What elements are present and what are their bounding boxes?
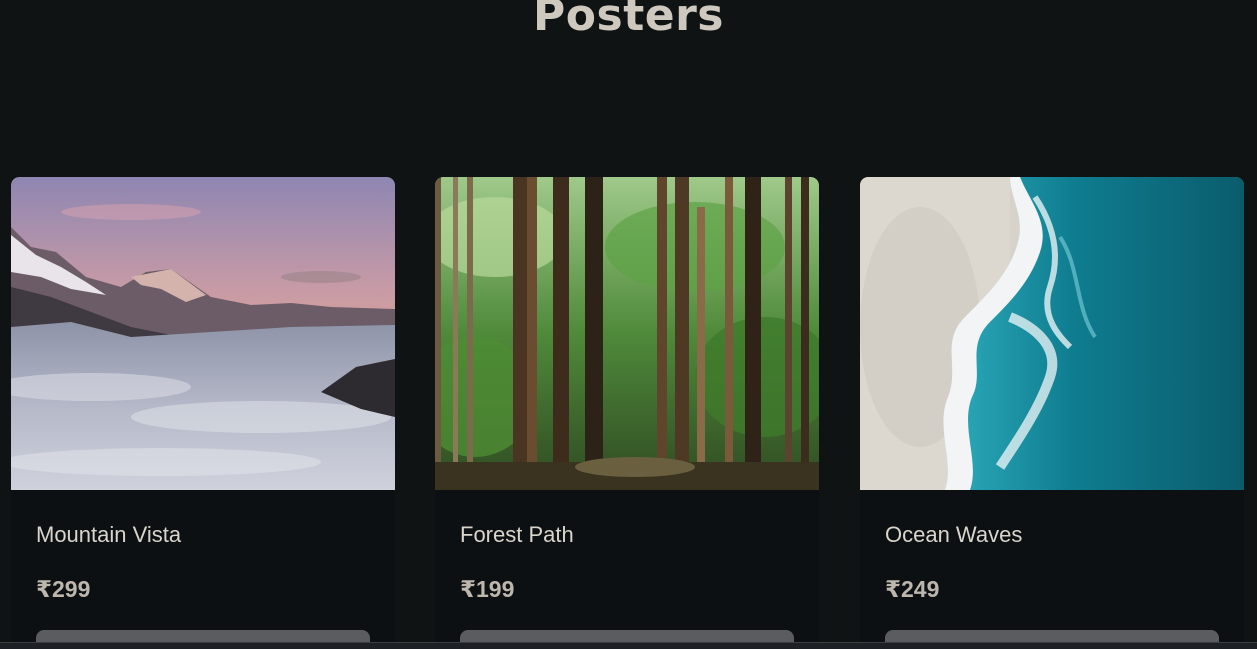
product-price: ₹249: [885, 576, 940, 602]
product-card-mountain-vista[interactable]: Mountain Vista ₹299: [11, 177, 395, 649]
product-title: Forest Path: [460, 522, 574, 547]
forest-photo-icon[interactable]: [435, 177, 819, 490]
product-card-forest-path[interactable]: Forest Path ₹199: [435, 177, 819, 649]
ocean-photo-icon[interactable]: [860, 177, 1244, 490]
product-price: ₹199: [460, 576, 515, 602]
product-price: ₹299: [36, 576, 91, 602]
product-card-ocean-waves[interactable]: Ocean Waves ₹249: [860, 177, 1244, 649]
posters-page: Posters Mountain Vista ₹299 Forest Path …: [0, 0, 1257, 649]
window-bottom-edge: [0, 642, 1257, 649]
product-title: Ocean Waves: [885, 522, 1023, 547]
mountain-photo-icon[interactable]: [11, 177, 395, 490]
product-title: Mountain Vista: [36, 522, 182, 547]
page-title: Posters: [533, 0, 724, 41]
